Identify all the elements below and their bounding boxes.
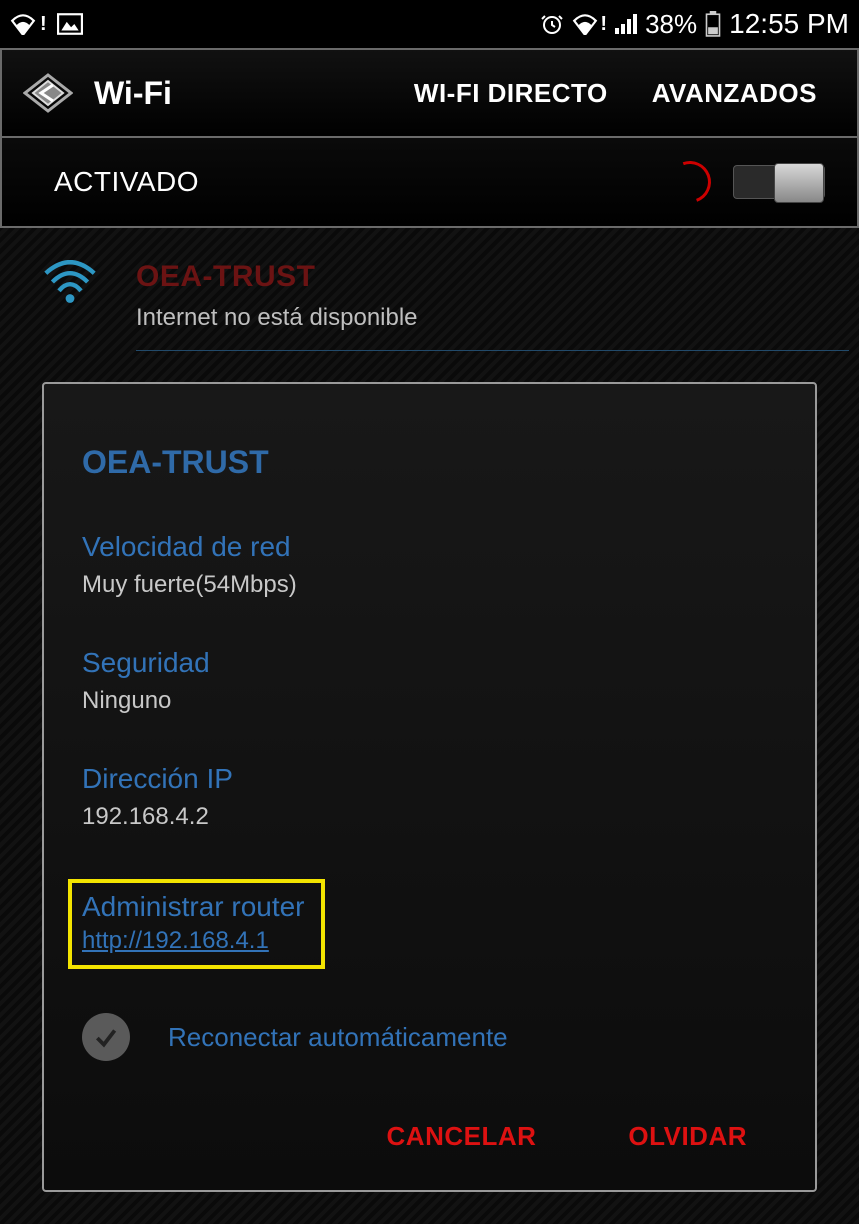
cell-signal-icon — [615, 14, 637, 34]
status-left: ! — [10, 13, 83, 36]
wifi-network-icon — [42, 365, 98, 379]
alarm-icon — [540, 12, 564, 36]
wifi-toggle-switch[interactable] — [733, 165, 825, 199]
ip-value: 192.168.4.2 — [82, 803, 777, 831]
wifi-status-icon — [10, 13, 36, 35]
cancel-button[interactable]: CANCELAR — [387, 1121, 537, 1152]
router-link[interactable]: http://192.168.4.1 — [82, 927, 269, 954]
page-title: Wi-Fi — [94, 75, 172, 112]
security-label: Seguridad — [82, 647, 777, 679]
dialog-title: OEA-TRUST — [82, 444, 777, 481]
field-ip: Dirección IP 192.168.4.2 — [82, 763, 777, 831]
check-icon — [93, 1024, 119, 1050]
network-list: OEA-TRUST Internet no está disponible — [0, 228, 859, 393]
advanced-button[interactable]: AVANZADOS — [630, 78, 839, 109]
security-value: Ninguno — [82, 687, 777, 715]
wifi-toggle-row: ACTIVADO — [0, 138, 859, 228]
auto-reconnect-checkbox[interactable] — [82, 1013, 130, 1061]
status-bar: ! ! 38% 12:55 PM — [0, 0, 859, 48]
speed-label: Velocidad de red — [82, 531, 777, 563]
wifi-alert-icon: ! — [40, 13, 47, 36]
ip-label: Dirección IP — [82, 763, 777, 795]
network-item[interactable]: OEA-TRUST Internet no está disponible — [10, 244, 849, 365]
status-right: ! 38% 12:55 PM — [540, 8, 849, 40]
router-label: Administrar router — [82, 891, 305, 923]
wifi-direct-button[interactable]: WI-FI DIRECTO — [392, 78, 630, 109]
speed-value: Muy fuerte(54Mbps) — [82, 571, 777, 599]
wifi-signal-icon — [572, 13, 598, 35]
picture-icon — [57, 13, 83, 35]
forget-button[interactable]: OLVIDAR — [628, 1121, 747, 1152]
app-header: Wi-Fi WI-FI DIRECTO AVANZADOS — [0, 48, 859, 138]
network-status: Internet no está disponible — [136, 304, 849, 332]
field-security: Seguridad Ninguno — [82, 647, 777, 715]
back-button[interactable] — [20, 65, 76, 121]
router-admin-highlight: Administrar router http://192.168.4.1 — [68, 879, 325, 969]
loading-spinner-icon — [662, 154, 718, 210]
network-name: OEA-TRUST — [136, 260, 849, 294]
auto-reconnect-row[interactable]: Reconectar automáticamente — [82, 1013, 777, 1061]
wifi-alert-icon-2: ! — [600, 13, 607, 36]
auto-reconnect-label: Reconectar automáticamente — [168, 1022, 508, 1053]
battery-icon — [705, 11, 721, 37]
wifi-network-icon — [42, 260, 98, 304]
dialog-actions: CANCELAR OLVIDAR — [82, 1121, 777, 1162]
network-details-dialog: OEA-TRUST Velocidad de red Muy fuerte(54… — [42, 382, 817, 1192]
battery-percent: 38% — [645, 9, 697, 40]
toggle-state-label: ACTIVADO — [54, 166, 199, 198]
clock-time: 12:55 PM — [729, 8, 849, 40]
field-speed: Velocidad de red Muy fuerte(54Mbps) — [82, 531, 777, 599]
switch-knob — [774, 163, 824, 203]
